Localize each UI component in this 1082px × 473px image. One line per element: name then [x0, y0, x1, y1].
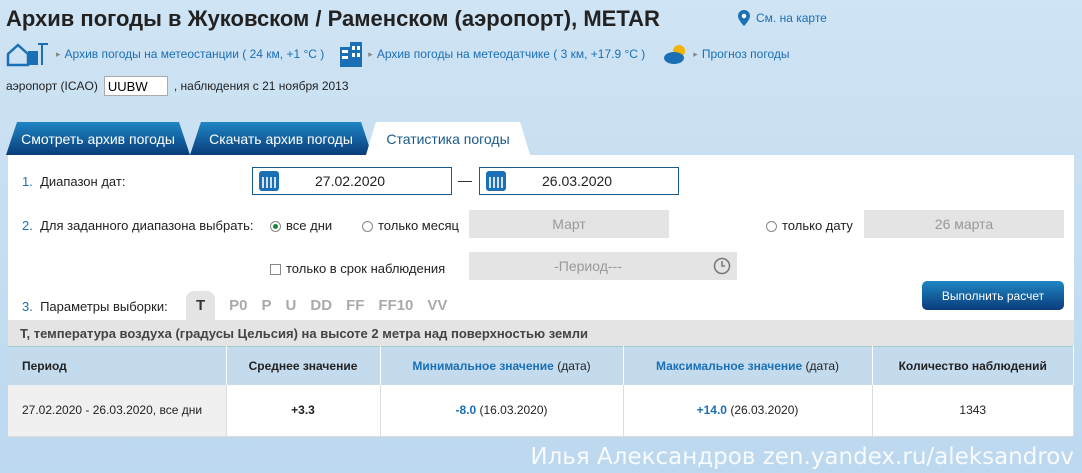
date-range-label: Диапазон дат:: [40, 174, 126, 189]
observations-since: , наблюдения с 21 ноября 2013: [173, 79, 349, 93]
sensor-archive-link[interactable]: Архив погоды на метеодатчике ( 3 км, +17…: [377, 47, 645, 61]
map-link[interactable]: См. на карте: [738, 10, 827, 26]
forecast-link[interactable]: Прогноз погоды: [702, 47, 790, 61]
tab-download-archive[interactable]: Скачать архив погоды: [190, 122, 372, 155]
param-P[interactable]: P: [262, 297, 272, 314]
weather-station-icon: [6, 43, 48, 67]
select-label: Для заданного диапазона выбрать:: [40, 218, 254, 233]
checkbox-only-obs[interactable]: только в срок наблюдения: [270, 261, 445, 276]
radio-only-month[interactable]: только месяц: [362, 218, 459, 233]
param-T[interactable]: T: [186, 291, 216, 320]
date-to-input[interactable]: 26.03.2020: [479, 167, 679, 195]
building-icon: [340, 42, 363, 67]
icao-label: аэропорт (ICAO): [6, 79, 98, 93]
header-count: Количество наблюдений: [872, 346, 1074, 385]
tab-view-archive[interactable]: Смотреть архив погоды: [6, 122, 190, 155]
header-period: Период: [8, 346, 227, 385]
station-archive-link[interactable]: Архив погоды на метеостанции ( 24 км, +1…: [65, 47, 325, 61]
related-links: ▸ Архив погоды на метеостанции ( 24 км, +…: [6, 40, 790, 68]
icao-input[interactable]: [103, 76, 168, 96]
param-VV[interactable]: VV: [427, 297, 447, 314]
run-calculation-button[interactable]: Выполнить расчет: [922, 281, 1064, 310]
clock-icon: [713, 257, 731, 275]
calendar-icon[interactable]: [486, 171, 506, 191]
param-DD[interactable]: DD: [310, 297, 332, 314]
radio-all-days[interactable]: все дни: [270, 218, 332, 233]
param-U[interactable]: U: [286, 297, 297, 314]
table-row: 27.02.2020 - 26.03.2020, все дни +3.3 -8…: [8, 384, 1074, 437]
params-label: Параметры выборки:: [40, 299, 168, 314]
results-table: Период Среднее значение Минимальное знач…: [8, 346, 1074, 437]
radio-only-date[interactable]: только дату: [766, 218, 853, 233]
header-min: Минимальное значение (дата): [380, 346, 624, 385]
cloud-sun-icon: [664, 45, 686, 64]
page-title: Архив погоды в Жуковском / Раменском (аэ…: [6, 6, 660, 31]
tab-statistics[interactable]: Статистика погоды: [366, 122, 530, 155]
month-select[interactable]: Март: [469, 210, 669, 238]
header-avg: Среднее значение: [226, 346, 381, 385]
parameter-description: T, температура воздуха (градусы Цельсия)…: [8, 320, 1074, 346]
param-tabs: T P0 P U DD FF FF10 VV: [186, 291, 461, 320]
range-dash: —: [458, 172, 472, 188]
period-select[interactable]: -Период---: [469, 252, 737, 280]
watermark: Илья Александров zen.yandex.ru/aleksandr…: [530, 444, 1074, 470]
calendar-icon[interactable]: [259, 171, 279, 191]
param-FF10[interactable]: FF10: [378, 297, 413, 314]
map-pin-icon: [738, 10, 750, 26]
param-FF[interactable]: FF: [346, 297, 364, 314]
param-P0[interactable]: P0: [229, 297, 247, 314]
date-select[interactable]: 26 марта: [864, 210, 1064, 238]
date-from-input[interactable]: 27.02.2020: [252, 167, 452, 195]
header-max: Максимальное значение (дата): [623, 346, 873, 385]
